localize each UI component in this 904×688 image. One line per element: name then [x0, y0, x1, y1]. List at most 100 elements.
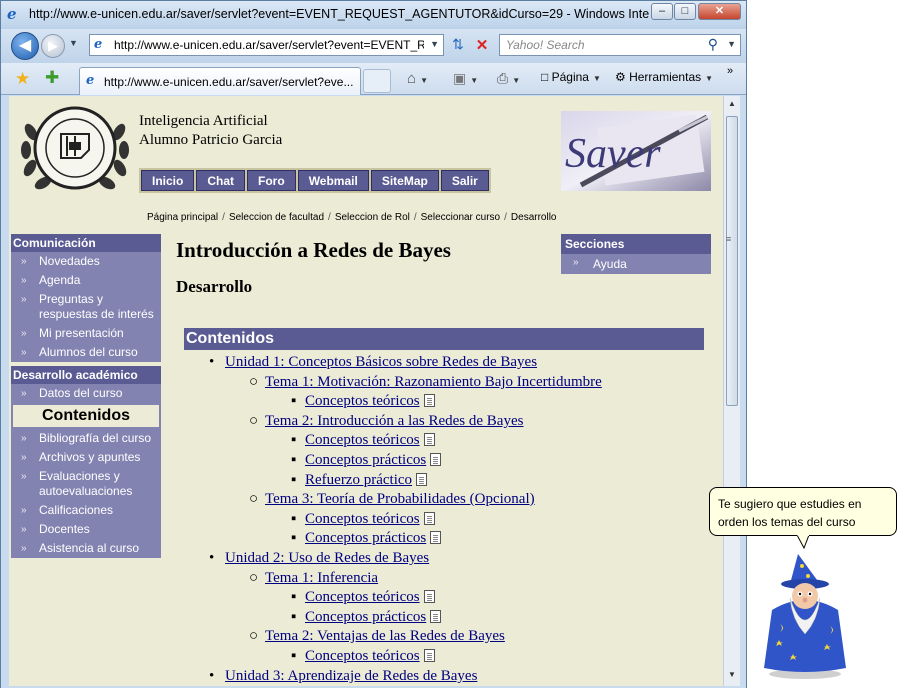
tree-link[interactable]: Unidad 2: Uso de Redes de Bayes — [225, 550, 429, 566]
document-icon[interactable] — [423, 649, 435, 662]
close-button[interactable]: ✕ — [698, 3, 741, 20]
tree-link[interactable]: Conceptos prácticos — [305, 530, 426, 546]
maximize-button[interactable]: □ — [674, 3, 696, 20]
breadcrumb-item[interactable]: Seleccionar curso — [421, 212, 500, 223]
tree-link[interactable]: Tema 2: Ventajas de las Redes de Bayes — [265, 628, 505, 644]
page-ie-icon: e — [94, 37, 103, 52]
tree-link[interactable]: Refuerzo práctico — [305, 472, 412, 488]
tree-link[interactable]: Conceptos teóricos — [305, 648, 420, 664]
double-chevron-icon: » — [21, 433, 27, 444]
forward-arrow-icon[interactable]: ▶ — [41, 34, 65, 58]
page-menu-label: Página — [551, 70, 589, 84]
navigation-bar: ◀ ▶ ▼ e http://www.e-unicen.edu.ar/saver… — [1, 29, 746, 63]
scroll-down-icon[interactable]: ▼ — [728, 670, 736, 679]
nav-inicio[interactable]: Inicio — [141, 170, 195, 191]
tree-link[interactable]: Unidad 3: Aprendizaje de Redes de Bayes — [225, 668, 477, 684]
tree-resource: Conceptos prácticos — [305, 609, 442, 626]
stop-icon[interactable]: ✕ — [471, 36, 493, 56]
tree-bullet-icon: ▪ — [291, 648, 297, 664]
tree-link[interactable]: Conceptos teóricos — [305, 589, 420, 605]
tree-link[interactable]: Tema 1: Inferencia — [265, 570, 378, 586]
document-icon[interactable] — [430, 531, 442, 544]
breadcrumb-item[interactable]: Página principal — [147, 212, 218, 223]
tab-title: http://www.e-unicen.edu.ar/saver/servlet… — [104, 75, 354, 89]
document-icon[interactable] — [423, 512, 435, 525]
favorites-star-icon[interactable]: ★ — [15, 69, 30, 89]
nav-sitemap[interactable]: SiteMap — [370, 170, 439, 191]
sidebar-item-datos-del-curso[interactable]: » Datos del curso — [11, 384, 161, 403]
tree-bullet-icon: ▪ — [291, 511, 297, 527]
tree-link[interactable]: Tema 2: Introducción a las Redes de Baye… — [265, 413, 523, 429]
document-icon[interactable] — [423, 433, 435, 446]
document-icon[interactable] — [423, 394, 435, 407]
sidebar-item-novedades[interactable]: » Novedades — [11, 252, 161, 271]
nav-chat[interactable]: Chat — [196, 170, 246, 191]
tree-topic: Tema 1: Motivación: Razonamiento Bajo In… — [265, 374, 602, 391]
sidebar-item-calificaciones[interactable]: » Calificaciones — [11, 501, 161, 520]
tree-link[interactable]: Conceptos teóricos — [305, 432, 420, 448]
sidebar-item-docentes[interactable]: » Docentes — [11, 520, 161, 539]
scrollbar-thumb[interactable] — [726, 116, 738, 406]
address-chevron-down-icon[interactable]: ▼ — [430, 39, 439, 49]
tree-link[interactable]: Conceptos prácticos — [305, 452, 426, 468]
sidebar-item-asistencia[interactable]: » Asistencia al curso — [11, 539, 161, 558]
tree-link[interactable]: Tema 1: Motivación: Razonamiento Bajo In… — [265, 374, 602, 390]
speech-bubble-tail — [797, 535, 810, 549]
university-seal-logo — [21, 106, 129, 190]
sidebar-item-evaluaciones[interactable]: » Evaluaciones y autoevaluaciones — [11, 467, 161, 501]
nav-salir[interactable]: Salir — [440, 170, 489, 191]
page-subtitle: Desarrollo — [176, 277, 253, 296]
tree-resource: Conceptos teóricos — [305, 393, 435, 410]
new-tab-button[interactable] — [363, 69, 391, 93]
page-menu-button[interactable]: □ Página ▼ — [541, 70, 601, 84]
document-icon[interactable] — [430, 610, 442, 623]
tree-link[interactable]: Conceptos prácticos — [305, 609, 426, 625]
search-icon[interactable]: ⚲ — [708, 36, 718, 53]
toolbar-overflow-icon[interactable]: » — [727, 65, 733, 77]
tree-link[interactable]: Tema 3: Teoría de Probabilidades (Opcion… — [265, 491, 535, 507]
wizard-assistant-icon[interactable] — [760, 550, 850, 680]
sidebar-item-bibliografia[interactable]: » Bibliografía del curso — [11, 429, 161, 448]
sidebar-item-alumnos[interactable]: » Alumnos del curso — [11, 343, 161, 362]
address-input[interactable]: http://www.e-unicen.edu.ar/saver/servlet… — [114, 38, 424, 52]
scroll-up-icon[interactable]: ▲ — [728, 99, 736, 108]
address-bar[interactable]: e http://www.e-unicen.edu.ar/saver/servl… — [89, 34, 444, 56]
tab-current[interactable]: e http://www.e-unicen.edu.ar/saver/servl… — [79, 67, 361, 95]
sidebar-item-agenda[interactable]: » Agenda — [11, 271, 161, 290]
sidebar-item-mi-presentacion[interactable]: » Mi presentación — [11, 324, 161, 343]
nav-webmail[interactable]: Webmail — [297, 170, 369, 191]
print-icon[interactable]: ⎙ ▼ — [497, 70, 520, 87]
breadcrumb-item[interactable]: Seleccion de facultad — [229, 212, 324, 223]
tree-topic: Tema 1: Inferencia — [265, 570, 378, 587]
search-chevron-down-icon[interactable]: ▼ — [727, 39, 736, 49]
vertical-scrollbar[interactable]: ▲ ≡ ▼ — [723, 96, 740, 686]
double-chevron-icon: » — [21, 524, 27, 535]
tree-resource: Conceptos teóricos — [305, 432, 435, 449]
minimize-button[interactable]: – — [651, 3, 673, 20]
search-input[interactable]: Yahoo! Search ⚲ ▼ — [499, 34, 741, 56]
breadcrumb-item[interactable]: Seleccion de Rol — [335, 212, 410, 223]
tree-resource: Conceptos teóricos — [305, 589, 435, 606]
secciones-item-ayuda[interactable]: » Ayuda — [561, 254, 711, 274]
double-chevron-icon: » — [21, 452, 27, 463]
tree-link[interactable]: Unidad 1: Conceptos Básicos sobre Redes … — [225, 354, 537, 370]
back-arrow-icon[interactable]: ◀ — [11, 32, 39, 60]
document-icon[interactable] — [416, 473, 428, 486]
home-icon[interactable]: ⌂ ▼ — [407, 70, 428, 87]
history-chevron-down-icon[interactable]: ▼ — [69, 38, 78, 48]
sidebar-item-contenidos-active[interactable]: Contenidos — [11, 403, 161, 429]
secciones-header: Secciones — [561, 234, 711, 254]
document-icon[interactable] — [430, 453, 442, 466]
tree-link[interactable]: Conceptos teóricos — [305, 393, 420, 409]
sidebar-item-preguntas[interactable]: » Preguntas y respuestas de interés — [11, 290, 161, 324]
feed-icon[interactable]: ▣ ▼ — [453, 70, 478, 87]
tree-bullet-icon: ○ — [249, 570, 259, 586]
add-favorite-icon[interactable]: ✚ — [45, 68, 59, 88]
tree-link[interactable]: Conceptos teóricos — [305, 511, 420, 527]
nav-foro[interactable]: Foro — [247, 170, 296, 191]
tools-menu-button[interactable]: ⚙ Herramientas ▼ — [615, 70, 713, 84]
sidebar-item-archivos[interactable]: » Archivos y apuntes — [11, 448, 161, 467]
refresh-icon[interactable]: ⇅ — [447, 36, 469, 56]
tree-unit: Unidad 3: Aprendizaje de Redes de Bayes — [225, 668, 477, 685]
document-icon[interactable] — [423, 590, 435, 603]
